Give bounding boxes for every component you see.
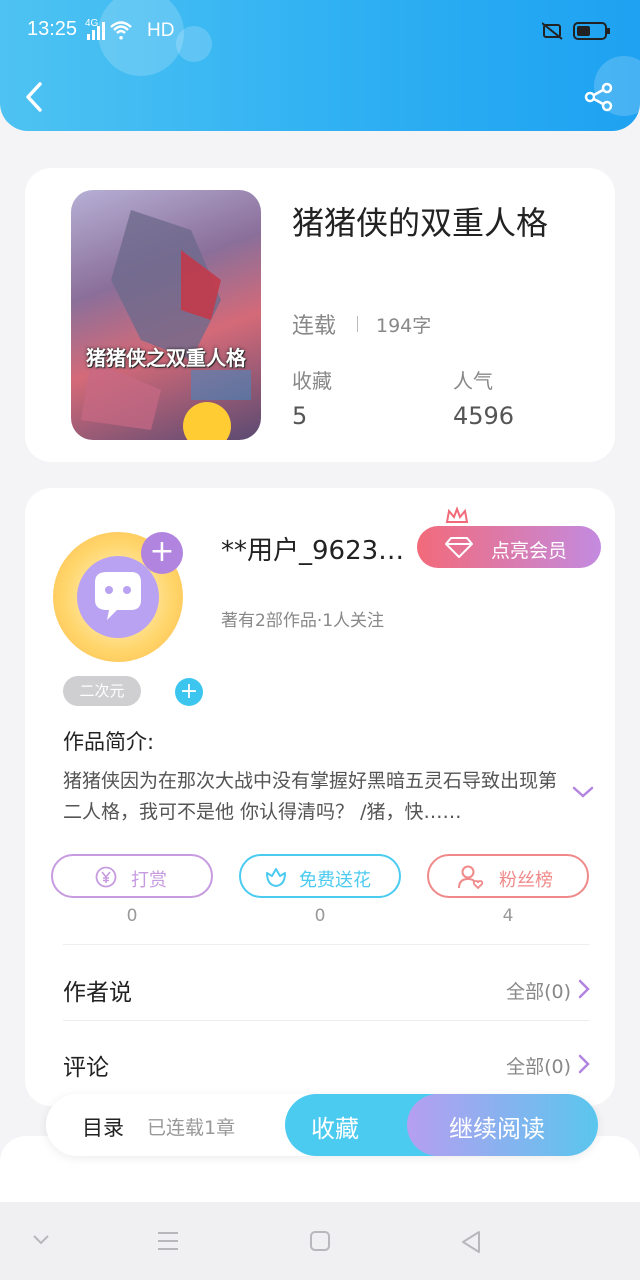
home-icon[interactable] bbox=[309, 1230, 331, 1252]
fan-ranking-label: 粉丝榜 bbox=[499, 870, 553, 891]
status-icons bbox=[541, 20, 612, 46]
reward-count: 0 bbox=[126, 906, 138, 926]
flower-count: 0 bbox=[314, 906, 326, 926]
reward-button[interactable]: 打赏 bbox=[51, 854, 213, 898]
expand-button[interactable] bbox=[571, 784, 595, 804]
favorites-label: 收藏 bbox=[292, 369, 332, 393]
author-meta: 著有2部作品·1人关注 bbox=[221, 611, 385, 631]
vip-button-label: 点亮会员 bbox=[491, 540, 568, 562]
battery-icon bbox=[541, 22, 610, 40]
diamond-icon bbox=[445, 537, 473, 558]
flower-icon bbox=[266, 868, 286, 887]
comments-label[interactable]: 评论 bbox=[63, 1048, 109, 1082]
add-tag-button[interactable]: + bbox=[175, 678, 203, 706]
chevron-down-icon[interactable] bbox=[32, 1234, 50, 1246]
share-icon bbox=[584, 82, 613, 112]
follow-button[interactable]: + bbox=[141, 532, 183, 574]
intro-text: 猪猪侠因为在那次大战中没有掌握好黑暗五灵石导致出现第二人格，我可不是他 你认得清… bbox=[63, 770, 558, 823]
cover-art bbox=[81, 210, 251, 430]
divider bbox=[63, 1020, 589, 1021]
comments-all[interactable]: 全部(0) bbox=[506, 1052, 571, 1079]
divider bbox=[63, 944, 589, 945]
network-type: 4G bbox=[85, 18, 99, 29]
chevron-left-icon bbox=[26, 82, 42, 112]
author-card: + **用户_96236... 点亮会员 著有2部作品·1人关注 二次元 + 作… bbox=[25, 488, 615, 1106]
decor-bubble bbox=[176, 26, 212, 62]
system-nav-bar bbox=[0, 1202, 640, 1280]
menu-icon[interactable] bbox=[156, 1230, 180, 1252]
cover-title: 猪猪侠之双重人格 bbox=[86, 346, 246, 370]
hd-label: HD bbox=[147, 20, 175, 41]
back-button[interactable] bbox=[22, 80, 48, 114]
book-title: 猪猪侠的双重人格 bbox=[292, 204, 549, 242]
header: 13:25 4G HD bbox=[0, 0, 640, 131]
vip-button[interactable]: 点亮会员 bbox=[417, 526, 601, 568]
author-name[interactable]: **用户_96236... bbox=[221, 530, 411, 567]
chevron-right-icon[interactable] bbox=[577, 978, 591, 1000]
send-flower-label: 免费送花 bbox=[299, 870, 371, 891]
author-says-all[interactable]: 全部(0) bbox=[506, 977, 571, 1004]
author-says-label[interactable]: 作者说 bbox=[63, 973, 132, 1007]
popularity-count: 4596 bbox=[453, 402, 515, 430]
word-count: 194字 bbox=[376, 315, 432, 337]
continue-reading-button[interactable]: 继续阅读 bbox=[407, 1094, 598, 1156]
favorites-count: 5 bbox=[292, 402, 308, 430]
book-info-card: 猪猪侠之双重人格 猪猪侠的双重人格 连载 194字 收藏 5 人气 4596 bbox=[25, 168, 615, 462]
fan-count: 4 bbox=[502, 906, 514, 926]
toc-button[interactable]: 目录 bbox=[82, 1112, 124, 1142]
reward-label: 打赏 bbox=[131, 870, 167, 891]
status-time: 13:25 bbox=[27, 18, 78, 40]
continue-reading-label: 继续阅读 bbox=[449, 1115, 545, 1143]
fans-icon bbox=[458, 865, 484, 890]
send-flower-button[interactable]: 免费送花 bbox=[239, 854, 401, 898]
divider bbox=[357, 316, 358, 332]
chapter-status[interactable]: 已连载1章 bbox=[147, 1113, 235, 1140]
popularity-label: 人气 bbox=[453, 369, 493, 393]
share-button[interactable] bbox=[584, 82, 614, 112]
serial-status: 连载 bbox=[292, 314, 337, 339]
chevron-right-icon[interactable] bbox=[577, 1053, 591, 1075]
collect-label: 收藏 bbox=[311, 1115, 359, 1143]
genre-tag[interactable]: 二次元 bbox=[63, 676, 141, 706]
status-network: 4G HD bbox=[85, 18, 175, 45]
chevron-down-icon bbox=[572, 786, 594, 798]
bottom-action-bar: 目录 已连载1章 收藏 继续阅读 bbox=[46, 1094, 598, 1156]
crown-icon bbox=[445, 506, 469, 523]
yen-coin-icon bbox=[95, 866, 117, 888]
book-cover[interactable]: 猪猪侠之双重人格 bbox=[71, 190, 261, 440]
intro-label: 作品简介: bbox=[63, 730, 155, 754]
back-nav-icon[interactable] bbox=[459, 1230, 483, 1254]
fan-ranking-button[interactable]: 粉丝榜 bbox=[427, 854, 589, 898]
